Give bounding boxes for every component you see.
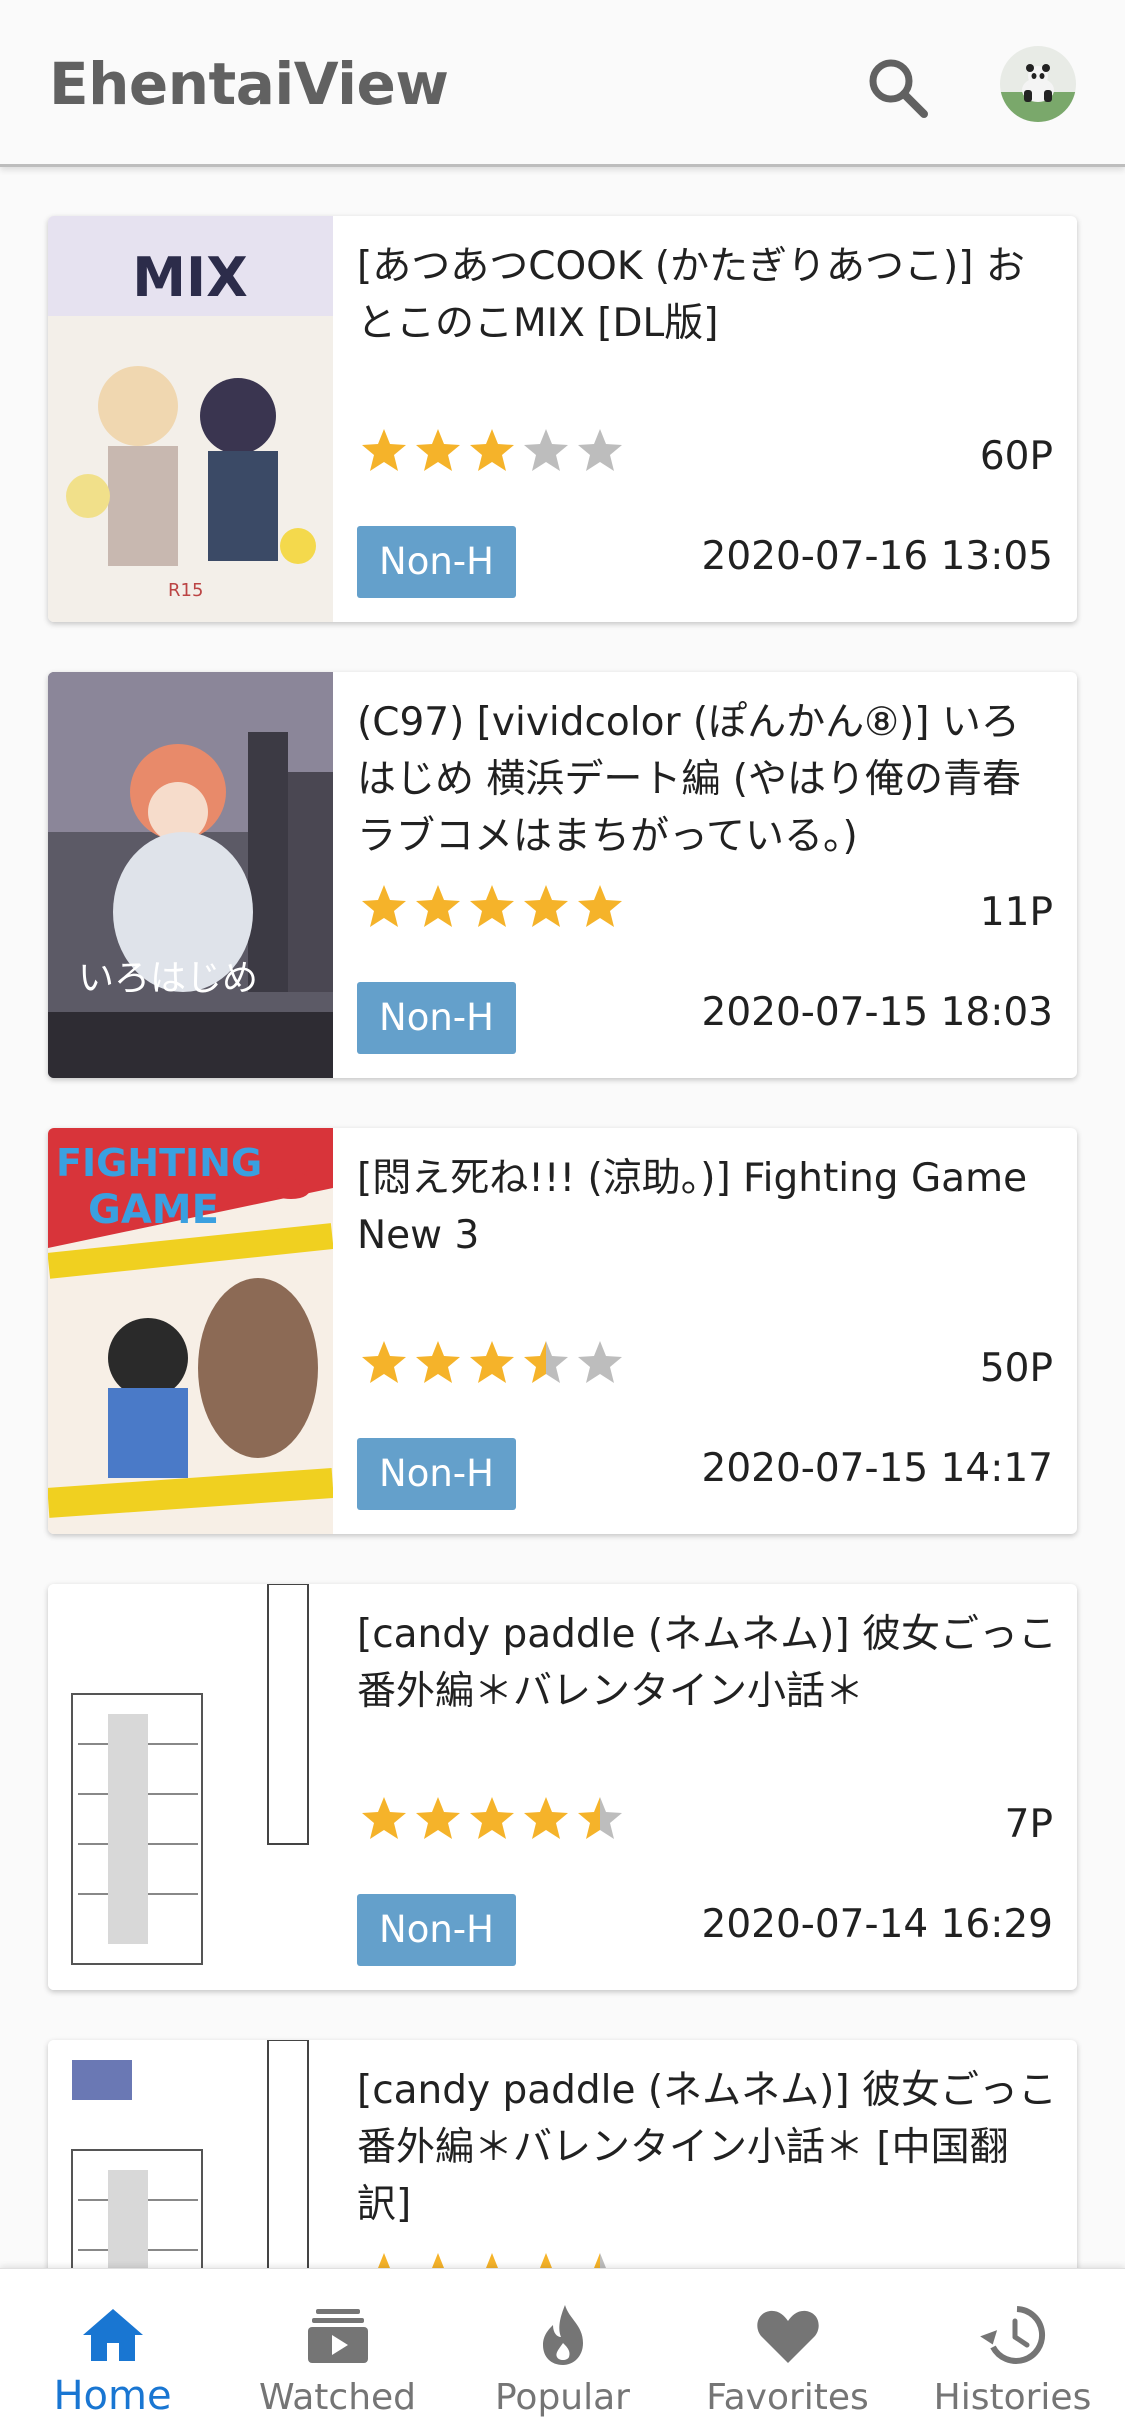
svg-text:R15: R15 — [168, 580, 203, 601]
nav-label: Popular — [495, 2377, 630, 2418]
history-icon — [979, 2306, 1045, 2364]
gallery-title: [candy paddle (ネムネム)] 彼女ごっこ 番外編＊バレンタイン小話… — [357, 2068, 1057, 2227]
svg-text:FIGHTING: FIGHTING — [56, 1141, 262, 1185]
post-date: 2020-07-14 16:29 — [701, 1902, 1053, 1947]
star-icon — [470, 1341, 514, 1383]
nav-label: Home — [53, 2373, 172, 2419]
nav-home[interactable]: Home — [0, 2269, 225, 2436]
svg-text:いろはじめ: いろはじめ — [78, 958, 258, 999]
watched-icon — [307, 2309, 368, 2363]
star-icon — [416, 429, 460, 471]
nav-favorites[interactable]: Favorites — [675, 2269, 900, 2436]
category-badge: Non-H — [357, 1438, 516, 1510]
category-badge: Non-H — [357, 1894, 516, 1966]
home-icon — [82, 2309, 143, 2361]
gallery-card[interactable]: [candy paddle (ネムネム)] 彼女ごっこ 番外編＊バレンタイン小話… — [48, 2040, 1077, 2268]
post-date: 2020-07-15 18:03 — [701, 990, 1053, 1035]
star-icon — [470, 429, 514, 471]
star-icon — [416, 1341, 460, 1383]
post-date: 2020-07-16 13:05 — [701, 534, 1053, 579]
cover-thumbnail — [48, 1584, 333, 1990]
heart-icon — [756, 2310, 819, 2363]
star-icon — [578, 885, 622, 927]
rating-stars — [357, 2250, 627, 2268]
gallery-title: [candy paddle (ネムネム)] 彼女ごっこ 番外編＊バレンタイン小話… — [357, 1612, 1057, 1714]
star-icon — [578, 1341, 622, 1383]
rating-stars — [357, 1794, 627, 1844]
rating-stars — [357, 882, 627, 932]
avatar[interactable] — [1000, 46, 1076, 122]
page-count: 50P — [979, 1346, 1053, 1391]
svg-text:3: 3 — [273, 1140, 316, 1213]
gallery-card[interactable]: いろはじめ (C97) [vividcolor (ぽんかん⑧)] いろはじめ 横… — [48, 672, 1077, 1078]
rating-stars — [357, 1338, 627, 1388]
star-icon — [540, 2253, 552, 2268]
app-title: EhentaiView — [49, 50, 449, 118]
category-badge: Non-H — [357, 526, 516, 598]
gallery-card[interactable]: [candy paddle (ネムネム)] 彼女ごっこ 番外編＊バレンタイン小話… — [48, 1584, 1077, 1990]
star-icon — [578, 1797, 622, 1839]
star-icon — [362, 429, 406, 471]
star-icon — [524, 1341, 568, 1383]
cover-thumbnail: いろはじめ — [48, 672, 333, 1078]
page-count: 60P — [979, 434, 1053, 479]
cover-thumbnail — [48, 2040, 333, 2268]
nav-label: Favorites — [706, 2377, 869, 2418]
star-icon — [378, 2253, 390, 2268]
svg-text:MIX: MIX — [132, 246, 247, 309]
star-icon — [362, 1341, 406, 1383]
post-date: 2020-07-15 14:17 — [701, 1446, 1053, 1491]
flame-icon — [542, 2305, 583, 2365]
nav-popular[interactable]: Popular — [450, 2269, 675, 2436]
rating-stars — [357, 426, 627, 476]
cover-thumbnail: MIX R15 — [48, 216, 333, 622]
category-badge: Non-H — [357, 982, 516, 1054]
star-icon — [470, 1797, 514, 1839]
nav-label: Watched — [258, 2377, 417, 2418]
bottom-navigation: Home Watched Popular Favorites Histories — [0, 2268, 1125, 2436]
svg-text:GAME: GAME — [88, 1187, 219, 1233]
cover-thumbnail: FIGHTING GAME 3 — [48, 1128, 333, 1534]
nav-watched[interactable]: Watched — [225, 2269, 450, 2436]
star-icon — [362, 1797, 406, 1839]
nav-histories[interactable]: Histories — [900, 2269, 1125, 2436]
gallery-list[interactable]: MIX R15 [あつあつCOOK (かたぎりあつこ)] おとこのこMIX [D… — [0, 168, 1125, 2268]
gallery-card[interactable]: FIGHTING GAME 3 [悶え死ね!!! (涼助。)] Fighting… — [48, 1128, 1077, 1534]
star-icon — [470, 885, 514, 927]
gallery-title: [悶え死ね!!! (涼助。)] Fighting Game New 3 — [357, 1156, 1028, 1258]
page-count: 7P — [1004, 1802, 1053, 1847]
star-icon — [594, 2253, 606, 2268]
star-icon — [432, 2253, 444, 2268]
nav-label: Histories — [933, 2377, 1092, 2418]
star-icon — [578, 429, 622, 471]
star-icon — [524, 1797, 568, 1839]
gallery-title: (C97) [vividcolor (ぽんかん⑧)] いろはじめ 横浜デート編 … — [357, 700, 1022, 859]
star-icon — [362, 885, 406, 927]
search-icon[interactable] — [858, 48, 938, 128]
app-bar: EhentaiView — [0, 0, 1125, 167]
star-icon — [524, 885, 568, 927]
star-icon — [524, 429, 568, 471]
star-icon — [416, 1797, 460, 1839]
gallery-title: [あつあつCOOK (かたぎりあつこ)] おとこのこMIX [DL版] — [357, 244, 1025, 346]
gallery-card[interactable]: MIX R15 [あつあつCOOK (かたぎりあつこ)] おとこのこMIX [D… — [48, 216, 1077, 622]
star-icon — [486, 2253, 498, 2268]
page-count: 11P — [979, 890, 1053, 935]
star-icon — [416, 885, 460, 927]
